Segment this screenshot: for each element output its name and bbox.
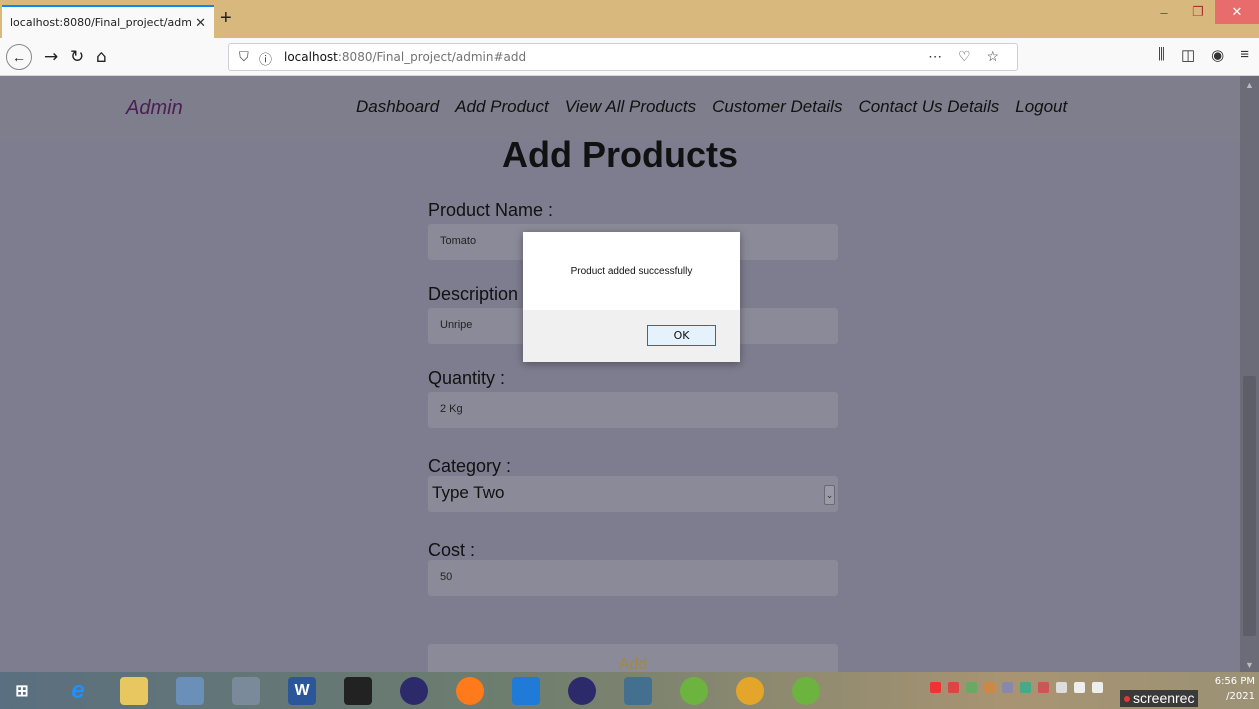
description-label: Description : [428,284,529,304]
vscode-icon[interactable] [512,677,540,705]
reload-icon[interactable]: ↻ [70,47,84,67]
tracking-shield-icon[interactable]: ⛉ [239,49,249,65]
menu-icon[interactable]: ≡ [1240,46,1249,64]
windows-start-icon[interactable]: ⊞ [8,677,36,705]
quantity-label: Quantity : [428,368,506,388]
library-icon[interactable]: ⫼ [1158,46,1165,64]
scrollbar-thumb[interactable] [1243,376,1256,636]
home-icon[interactable]: ⌂ [96,47,107,67]
browser-titlebar: localhost:8080/Final_project/admin ✕ + –… [0,0,1259,38]
chevron-down-icon[interactable]: ⌄ [824,485,835,505]
windows-taskbar: ⊞ e W 6:56 PM /2021 [0,672,1259,709]
paint-icon[interactable] [232,677,260,705]
cost-input[interactable]: 50 [428,560,838,596]
nav-dashboard[interactable]: Dashboard [356,97,439,117]
nav-add-product[interactable]: Add Product [455,97,549,117]
taskbar-clock[interactable]: 6:56 PM /2021 [1215,674,1255,704]
toolbar-right: ⫼ ◫ ◉ ≡ [1158,46,1249,64]
spring-tool-icon[interactable] [680,677,708,705]
system-tray [930,682,1103,693]
page-scrollbar[interactable]: ▲ ▼ [1240,76,1259,672]
clock-date: /2021 [1226,691,1255,702]
window-controls: – ❐ ✕ [1147,0,1259,24]
page-content: Admin Dashboard Add Product View All Pro… [0,76,1240,672]
battery-icon[interactable] [1056,682,1067,693]
restore-icon[interactable]: ❐ [1181,0,1215,24]
browser-tab[interactable]: localhost:8080/Final_project/admin ✕ [2,5,214,38]
tray-record-icon[interactable] [930,682,941,693]
tray-app-icon[interactable] [966,682,977,693]
cost-label: Cost : [428,540,476,560]
tray-app-icon[interactable] [1002,682,1013,693]
sidebar-icon[interactable]: ◫ [1181,46,1195,64]
add-button[interactable]: Add [428,644,838,672]
new-tab-button[interactable]: + [220,6,232,30]
record-dot-icon [1124,696,1130,703]
file-explorer-icon[interactable] [120,677,148,705]
main-nav: Dashboard Add Product View All Products … [356,97,1067,117]
nav-contact-us-details[interactable]: Contact Us Details [858,97,999,117]
close-window-icon[interactable]: ✕ [1215,0,1259,24]
account-icon[interactable]: ◉ [1211,46,1224,64]
internet-explorer-icon[interactable]: e [64,677,92,705]
clock-time: 6:56 PM [1214,676,1255,687]
alert-footer: OK [523,310,740,362]
app-icon[interactable] [176,677,204,705]
nav-customer-details[interactable]: Customer Details [712,97,842,117]
alert-dialog: Product added successfully OK [523,232,740,362]
ok-button[interactable]: OK [647,325,716,346]
tray-app-icon[interactable] [984,682,995,693]
nav-logout[interactable]: Logout [1015,97,1067,117]
firefox-icon[interactable] [456,677,484,705]
word-icon[interactable]: W [288,677,316,705]
category-selected-value: Type Two [432,483,505,502]
quantity-input[interactable]: 2 Kg [428,392,838,428]
forward-arrow-icon[interactable]: → [44,47,58,67]
volume-icon[interactable] [1092,682,1103,693]
page-actions-icon[interactable]: ⋯ ♡ ☆ [928,48,1005,65]
alert-message: Product added successfully [570,266,693,277]
scroll-up-icon[interactable]: ▲ [1240,80,1259,90]
brand-logo[interactable]: Admin [126,97,183,120]
tray-app-icon[interactable] [1038,682,1049,693]
wifi-icon[interactable] [1074,682,1085,693]
product-name-label: Product Name : [428,200,554,220]
terminal-icon[interactable] [344,677,372,705]
minimize-icon[interactable]: – [1147,0,1181,24]
eclipse-icon[interactable] [400,677,428,705]
site-info-icon[interactable]: ⓘ [259,49,272,68]
tray-app-icon[interactable] [948,682,959,693]
tab-title: localhost:8080/Final_project/admin [10,16,192,29]
category-select[interactable]: Type Two ⌄ [428,476,838,512]
back-arrow-icon[interactable]: ← [6,44,32,70]
url-bar[interactable]: ⛉ ⓘ localhost:8080/Final_project/admin#a… [228,43,1018,71]
scroll-down-icon[interactable]: ▼ [1240,660,1259,670]
mysql-workbench-icon[interactable] [624,677,652,705]
url-text[interactable]: localhost:8080/Final_project/admin#add [284,50,526,64]
site-header: Admin Dashboard Add Product View All Pro… [0,76,1240,142]
chrome-icon[interactable] [736,677,764,705]
eclipse-icon-2[interactable] [568,677,596,705]
browser-navbar: ← → ↻ ⌂ ⛉ ⓘ localhost:8080/Final_project… [0,38,1259,76]
page-title: Add Products [501,134,738,175]
category-label: Category : [428,456,512,476]
spring-tool-icon-2[interactable] [792,677,820,705]
tab-close-icon[interactable]: ✕ [195,15,206,31]
screenrec-watermark: screenrec [1120,690,1199,707]
nav-view-all-products[interactable]: View All Products [565,97,696,117]
tray-app-icon[interactable] [1020,682,1031,693]
